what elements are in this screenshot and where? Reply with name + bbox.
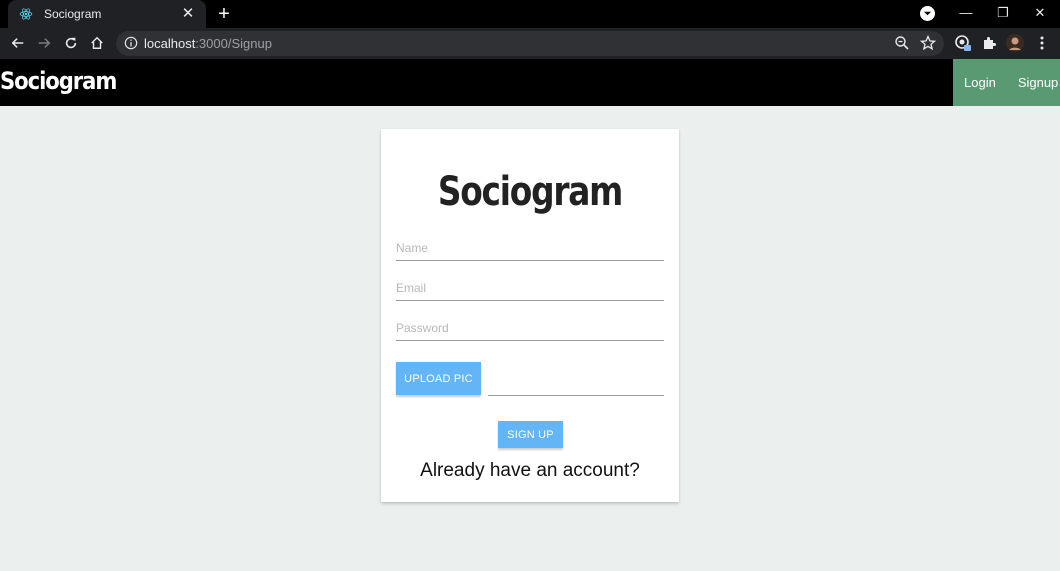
browser-tab-bar: Sociogram ✕ + — ❐ ✕ [0, 0, 1060, 28]
card-title: Sociogram [437, 169, 624, 215]
browser-tab[interactable]: Sociogram ✕ [8, 0, 206, 28]
site-info-icon[interactable] [124, 36, 138, 50]
tab-search-icon[interactable] [920, 6, 935, 21]
tab-title: Sociogram [44, 7, 102, 21]
signup-button[interactable]: SIGN UP [498, 421, 563, 448]
signup-card: Sociogram UPLOAD PIC SIGN UP Already hav… [381, 129, 679, 502]
url-text: localhost:3000/Signup [144, 36, 272, 51]
home-icon[interactable] [86, 32, 108, 54]
already-have-account-link[interactable]: Already have an account? [381, 460, 679, 482]
bookmark-star-icon[interactable] [919, 34, 937, 51]
login-link[interactable]: Login [964, 75, 996, 90]
app-navbar: Sociogram Login Signup [0, 59, 1060, 106]
back-icon[interactable] [7, 32, 29, 54]
nav-links: Login Signup [953, 59, 1060, 106]
signup-link[interactable]: Signup [1018, 75, 1058, 90]
extension-icon[interactable] [952, 32, 974, 54]
url-path: :3000/Signup [195, 36, 272, 51]
reload-icon[interactable] [60, 32, 82, 54]
zoom-icon[interactable] [894, 35, 910, 51]
avatar[interactable] [1004, 32, 1026, 54]
close-window-button[interactable]: ✕ [1025, 0, 1055, 28]
browser-menu-icon[interactable] [1031, 32, 1053, 54]
password-field[interactable] [396, 315, 664, 341]
react-icon [18, 6, 34, 22]
file-path-field[interactable] [488, 370, 664, 396]
restore-button[interactable]: ❐ [988, 0, 1018, 28]
url-host: localhost [144, 36, 196, 51]
address-bar[interactable]: localhost:3000/Signup [116, 31, 944, 56]
new-tab-button[interactable]: + [214, 3, 234, 25]
extensions-puzzle-icon[interactable] [978, 32, 1000, 54]
close-tab-icon[interactable]: ✕ [180, 6, 196, 22]
minimize-button[interactable]: — [951, 0, 981, 28]
email-field[interactable] [396, 275, 664, 301]
browser-toolbar: localhost:3000/Signup [0, 28, 1060, 59]
brand-logo[interactable]: Sociogram [0, 67, 117, 95]
forward-icon[interactable] [33, 32, 55, 54]
upload-pic-button[interactable]: UPLOAD PIC [396, 362, 481, 395]
name-field[interactable] [396, 235, 664, 261]
